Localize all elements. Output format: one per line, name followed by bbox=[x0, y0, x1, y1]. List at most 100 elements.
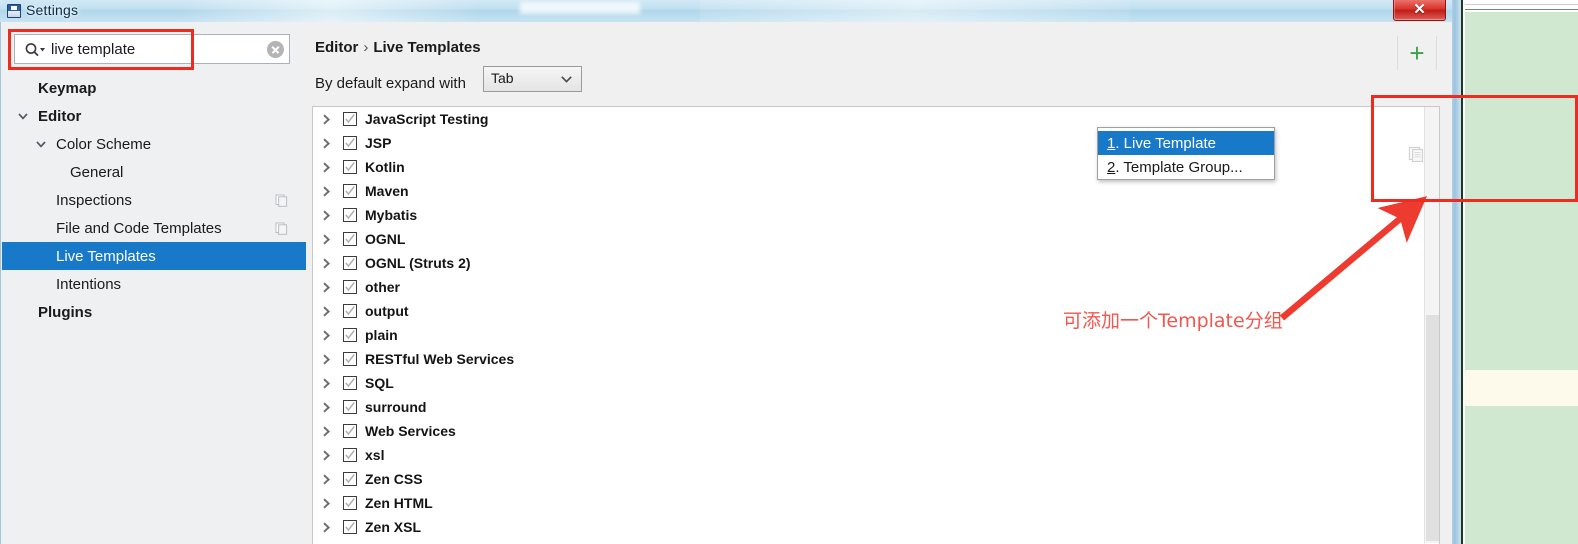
template-group-checkbox[interactable] bbox=[343, 424, 357, 438]
chevron-right-icon[interactable] bbox=[320, 257, 333, 270]
template-group-checkbox[interactable] bbox=[343, 160, 357, 174]
template-group-row[interactable]: Zen HTML bbox=[313, 491, 1439, 515]
expand-with-select[interactable]: Tab bbox=[483, 66, 582, 92]
template-group-row[interactable]: Zen CSS bbox=[313, 467, 1439, 491]
template-group-row[interactable]: other bbox=[313, 275, 1439, 299]
list-scrollbar-thumb[interactable] bbox=[1426, 315, 1439, 541]
chevron-right-icon[interactable] bbox=[320, 329, 333, 342]
template-group-checkbox[interactable] bbox=[343, 232, 357, 246]
sidebar-item-plugins[interactable]: Plugins bbox=[2, 298, 306, 326]
template-group-checkbox[interactable] bbox=[343, 376, 357, 390]
chevron-right-icon[interactable] bbox=[320, 401, 333, 414]
chevron-right-icon[interactable] bbox=[320, 161, 333, 174]
chevron-right-icon[interactable] bbox=[320, 233, 333, 246]
template-group-name: Mybatis bbox=[365, 207, 418, 223]
template-group-row[interactable]: Mybatis bbox=[313, 203, 1439, 227]
template-group-row[interactable]: OGNL (Struts 2) bbox=[313, 251, 1439, 275]
breadcrumb: Editor › Live Templates bbox=[315, 39, 481, 56]
template-group-row[interactable]: SQL bbox=[313, 371, 1439, 395]
copy-icon[interactable] bbox=[275, 222, 288, 235]
chevron-right-icon[interactable] bbox=[320, 185, 333, 198]
chevron-right-icon[interactable] bbox=[320, 497, 333, 510]
template-group-name: Zen CSS bbox=[365, 471, 423, 487]
copy-icon[interactable] bbox=[275, 194, 288, 207]
template-group-checkbox[interactable] bbox=[343, 520, 357, 534]
sidebar-item-color-scheme[interactable]: Color Scheme bbox=[2, 130, 306, 158]
add-template-button[interactable]: + bbox=[1397, 36, 1437, 70]
template-group-name: OGNL bbox=[365, 231, 406, 247]
chevron-right-icon[interactable] bbox=[320, 209, 333, 222]
sidebar-item-intentions[interactable]: Intentions bbox=[2, 270, 306, 298]
template-group-row[interactable]: surround bbox=[313, 395, 1439, 419]
window-titlebar[interactable]: Settings bbox=[0, 0, 1452, 23]
chevron-right-icon[interactable] bbox=[320, 281, 333, 294]
close-icon: ✕ bbox=[1413, 2, 1426, 18]
template-group-row[interactable]: RESTful Web Services bbox=[313, 347, 1439, 371]
chevron-right-icon[interactable] bbox=[320, 521, 333, 534]
popup-item-mnemonic: 1 bbox=[1107, 134, 1116, 152]
sidebar-item-label: Intentions bbox=[56, 275, 122, 293]
template-group-row[interactable]: Zen XSL bbox=[313, 515, 1439, 539]
titlebar-glass-a bbox=[180, 0, 480, 22]
chevron-right-icon[interactable] bbox=[320, 449, 333, 462]
template-group-checkbox[interactable] bbox=[343, 280, 357, 294]
chevron-right-icon[interactable] bbox=[320, 377, 333, 390]
sidebar-item-file-and-code-templates[interactable]: File and Code Templates bbox=[2, 214, 306, 242]
chevron-right-icon[interactable] bbox=[320, 305, 333, 318]
titlebar-glass-c bbox=[700, 0, 1130, 22]
template-group-checkbox[interactable] bbox=[343, 328, 357, 342]
search-input[interactable]: live template bbox=[51, 40, 135, 59]
popup-menu-item-1[interactable]: 1. Live Template bbox=[1098, 131, 1274, 155]
sidebar-item-editor[interactable]: Editor bbox=[2, 102, 306, 130]
template-group-checkbox[interactable] bbox=[343, 400, 357, 414]
sidebar-item-label: File and Code Templates bbox=[56, 219, 222, 237]
chevron-right-icon[interactable] bbox=[320, 473, 333, 486]
template-group-checkbox[interactable] bbox=[343, 208, 357, 222]
chevron-right-icon[interactable] bbox=[320, 137, 333, 150]
template-group-checkbox[interactable] bbox=[343, 184, 357, 198]
breadcrumb-parent[interactable]: Editor bbox=[315, 39, 358, 56]
template-group-checkbox[interactable] bbox=[343, 136, 357, 150]
sidebar-item-general[interactable]: General bbox=[2, 158, 306, 186]
template-group-row[interactable]: Web Services bbox=[313, 419, 1439, 443]
template-group-row[interactable]: OGNL bbox=[313, 227, 1439, 251]
close-button[interactable]: ✕ bbox=[1393, 0, 1446, 21]
template-group-row[interactable]: xsl bbox=[313, 443, 1439, 467]
template-group-checkbox[interactable] bbox=[343, 496, 357, 510]
plus-icon: + bbox=[1409, 38, 1425, 68]
search-icon bbox=[25, 43, 45, 57]
sidebar-item-label: Inspections bbox=[56, 191, 132, 209]
chevron-right-icon[interactable] bbox=[320, 113, 333, 126]
template-group-checkbox[interactable] bbox=[343, 304, 357, 318]
chevron-down-icon[interactable] bbox=[34, 137, 48, 151]
background-line-upper bbox=[1465, 4, 1578, 5]
clear-search-icon[interactable] bbox=[267, 41, 284, 58]
template-group-checkbox[interactable] bbox=[343, 112, 357, 126]
template-group-name: Zen XSL bbox=[365, 519, 422, 535]
sidebar-item-keymap[interactable]: Keymap bbox=[2, 74, 306, 102]
template-group-name: OGNL (Struts 2) bbox=[365, 255, 471, 271]
add-template-popup-menu[interactable]: 1. Live Template 2. Template Group... bbox=[1097, 127, 1275, 180]
chevron-down-icon[interactable] bbox=[16, 109, 30, 123]
template-group-checkbox[interactable] bbox=[343, 352, 357, 366]
copy-icon[interactable] bbox=[1408, 146, 1424, 162]
template-group-checkbox[interactable] bbox=[343, 256, 357, 270]
template-group-checkbox[interactable] bbox=[343, 472, 357, 486]
template-group-name: JavaScript Testing bbox=[365, 111, 489, 127]
chevron-right-icon[interactable] bbox=[320, 353, 333, 366]
template-group-name: Kotlin bbox=[365, 159, 405, 175]
template-group-checkbox[interactable] bbox=[343, 448, 357, 462]
background-line-lower bbox=[1465, 9, 1578, 10]
expand-with-value: Tab bbox=[491, 70, 514, 86]
template-group-row[interactable]: Maven bbox=[313, 179, 1439, 203]
template-group-name: other bbox=[365, 279, 400, 295]
sidebar-item-inspections[interactable]: Inspections bbox=[2, 186, 306, 214]
template-group-name: Zen HTML bbox=[365, 495, 433, 511]
settings-tree: Keymap Editor Color Scheme General Inspectio… bbox=[2, 74, 306, 326]
search-field[interactable]: live template bbox=[14, 34, 290, 64]
template-group-name: Maven bbox=[365, 183, 409, 199]
chevron-right-icon[interactable] bbox=[320, 425, 333, 438]
popup-menu-item-2[interactable]: 2. Template Group... bbox=[1098, 155, 1274, 179]
sidebar-item-live-templates[interactable]: Live Templates bbox=[2, 242, 306, 270]
background-editor-divider bbox=[1461, 0, 1463, 544]
